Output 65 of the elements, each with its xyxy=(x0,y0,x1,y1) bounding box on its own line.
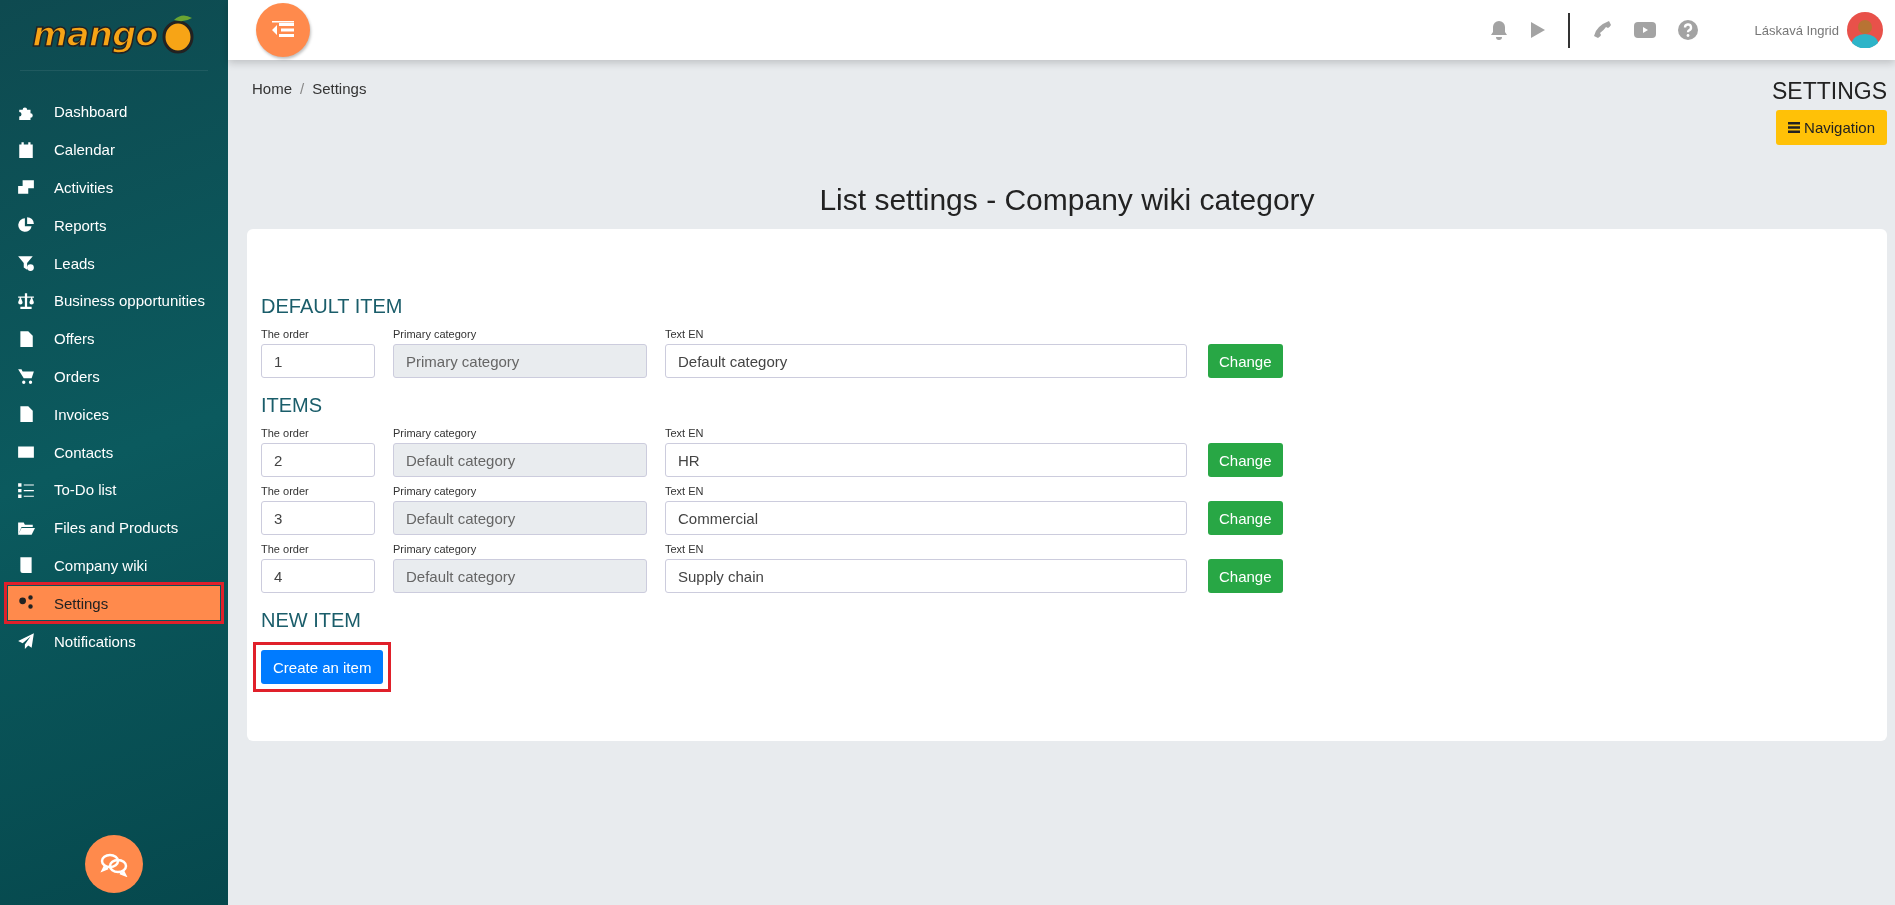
field-label: Text EN xyxy=(665,485,705,497)
sidebar-item[interactable]: Invoices xyxy=(8,395,220,434)
sidebar-item[interactable]: Reports xyxy=(8,206,220,245)
input-field[interactable]: 2 xyxy=(261,443,375,477)
section-heading: DEFAULT ITEM xyxy=(261,295,404,318)
field-label: Primary category xyxy=(393,427,478,439)
sidebar-item[interactable]: Notifications xyxy=(8,622,220,661)
field-label: The order xyxy=(261,543,310,555)
chat-icon xyxy=(99,851,129,877)
field-label: Primary category xyxy=(393,543,478,555)
sidebar-item[interactable]: Calendar xyxy=(8,130,220,169)
bell-icon[interactable] xyxy=(1490,20,1509,40)
sidebar-item[interactable]: Leads xyxy=(8,244,220,282)
input-field[interactable]: 4 xyxy=(261,559,375,593)
menu-icon xyxy=(16,632,36,651)
card-title: List settings - Company wiki category xyxy=(818,183,1316,217)
menu-icon xyxy=(16,216,36,235)
field-label: Text EN xyxy=(665,543,705,555)
create-item-button[interactable]: Create an item xyxy=(261,650,384,684)
play-icon[interactable] xyxy=(1530,21,1547,39)
breadcrumb-separator: / xyxy=(300,80,305,97)
menu-collapse-icon xyxy=(272,21,294,39)
sidebar-item[interactable]: Contacts xyxy=(8,433,220,471)
help-icon[interactable] xyxy=(1678,20,1699,40)
navigation-button[interactable]: Navigation xyxy=(1776,110,1887,145)
field-label: Primary category xyxy=(393,485,478,497)
video-icon[interactable] xyxy=(1634,21,1657,39)
field-label: The order xyxy=(261,328,310,340)
field-label: Primary category xyxy=(393,328,478,340)
menu-icon xyxy=(16,291,36,310)
menu-icon xyxy=(16,254,36,273)
input-field[interactable]: Commercial xyxy=(665,501,1187,535)
page-heading: SETTINGS xyxy=(1772,78,1887,105)
logo-text: mango xyxy=(32,14,158,54)
user-name[interactable]: Láskavá Ingrid xyxy=(1754,22,1839,38)
breadcrumb-link[interactable]: Home xyxy=(252,80,292,97)
phone-icon[interactable] xyxy=(1592,20,1613,40)
avatar[interactable] xyxy=(1847,12,1883,48)
sidebar-item[interactable]: Company wiki xyxy=(8,546,220,585)
section-heading: NEW ITEM xyxy=(261,609,362,632)
input-field[interactable]: 3 xyxy=(261,501,375,535)
sidebar-item[interactable]: Orders xyxy=(8,357,220,396)
menu-icon xyxy=(16,140,36,159)
sidebar-item[interactable]: Offers xyxy=(8,319,220,358)
sidebar-item[interactable]: Activities xyxy=(8,168,220,207)
input-field[interactable]: Supply chain xyxy=(665,559,1187,593)
menu-toggle-button[interactable] xyxy=(256,3,310,57)
sidebar-item[interactable]: To-Do list xyxy=(8,470,220,509)
input-field[interactable]: HR xyxy=(665,443,1187,477)
field-label: The order xyxy=(261,427,310,439)
menu-icon xyxy=(1788,122,1801,133)
breadcrumb-link[interactable]: Settings xyxy=(312,80,367,97)
sidebar-item[interactable]: Files and Products xyxy=(8,508,220,547)
sidebar-item[interactable]: Business opportunities xyxy=(8,282,220,320)
input-field[interactable]: 1 xyxy=(261,344,375,378)
field-label: The order xyxy=(261,485,310,497)
menu-icon xyxy=(16,367,36,386)
field-label: Text EN xyxy=(665,427,705,439)
chat-button[interactable] xyxy=(85,835,143,893)
sidebar-item[interactable]: Dashboard xyxy=(8,93,220,131)
input-field[interactable]: Default category xyxy=(665,344,1187,378)
section-heading: ITEMS xyxy=(261,394,324,417)
menu-icon xyxy=(16,178,36,197)
menu-icon xyxy=(16,480,36,499)
field-label: Text EN xyxy=(665,328,705,340)
